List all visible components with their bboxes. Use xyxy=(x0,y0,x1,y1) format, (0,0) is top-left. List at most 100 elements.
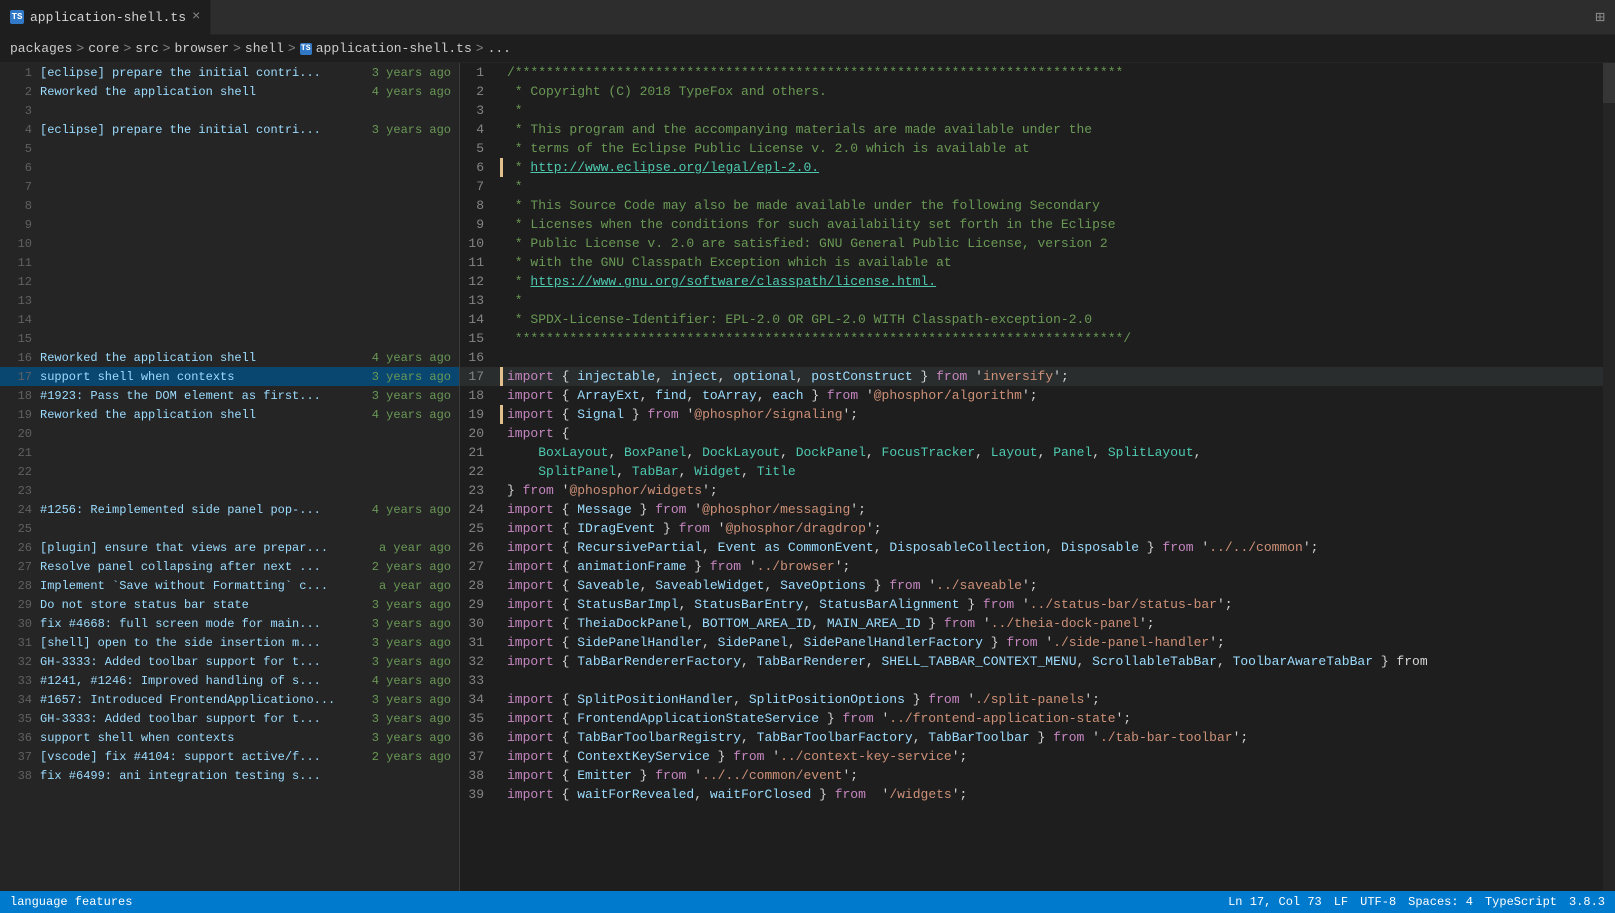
blame-line-number: 32 xyxy=(8,655,32,669)
code-line: 27import { animationFrame } from '../bro… xyxy=(460,557,1603,576)
blame-row[interactable]: 12 xyxy=(0,272,459,291)
status-version[interactable]: 3.8.3 xyxy=(1569,895,1605,909)
blame-row[interactable]: 1[eclipse] prepare the initial contri...… xyxy=(0,63,459,82)
blame-row[interactable]: 5 xyxy=(0,139,459,158)
status-language-features[interactable]: language features xyxy=(10,895,132,909)
breadcrumb-part-browser[interactable]: browser xyxy=(174,41,229,56)
status-language[interactable]: TypeScript xyxy=(1485,895,1557,909)
status-position[interactable]: Ln 17, Col 73 xyxy=(1228,895,1322,909)
gutter-indicator xyxy=(500,310,503,329)
main-content: 1[eclipse] prepare the initial contri...… xyxy=(0,63,1615,891)
line-number: 15 xyxy=(460,331,500,346)
blame-row[interactable]: 10 xyxy=(0,234,459,253)
gutter-indicator xyxy=(500,158,503,177)
line-content: * xyxy=(507,293,1603,308)
line-number: 19 xyxy=(460,407,500,422)
blame-line-number: 12 xyxy=(8,275,32,289)
gutter-indicator xyxy=(500,405,503,424)
blame-row[interactable]: 15 xyxy=(0,329,459,348)
blame-commit-message: Resolve panel collapsing after next ... xyxy=(40,560,364,574)
blame-row[interactable]: 38fix #6499: ani integration testing s..… xyxy=(0,766,459,785)
blame-row[interactable]: 16Reworked the application shell4 years … xyxy=(0,348,459,367)
blame-time: 3 years ago xyxy=(372,66,451,80)
blame-row[interactable]: 3 xyxy=(0,101,459,120)
blame-row[interactable]: 13 xyxy=(0,291,459,310)
blame-row[interactable]: 11 xyxy=(0,253,459,272)
blame-row[interactable]: 34#1657: Introduced FrontendApplicationo… xyxy=(0,690,459,709)
breadcrumb-part-file[interactable]: TS application-shell.ts xyxy=(300,41,472,56)
status-spaces[interactable]: Spaces: 4 xyxy=(1408,895,1473,909)
blame-row[interactable]: 35GH-3333: Added toolbar support for t..… xyxy=(0,709,459,728)
blame-row[interactable]: 2Reworked the application shell4 years a… xyxy=(0,82,459,101)
line-content: * SPDX-License-Identifier: EPL-2.0 OR GP… xyxy=(507,312,1603,327)
blame-row[interactable]: 20 xyxy=(0,424,459,443)
breadcrumb-part-core[interactable]: core xyxy=(88,41,119,56)
breadcrumb-part-src[interactable]: src xyxy=(135,41,158,56)
line-number: 9 xyxy=(460,217,500,232)
blame-time: a year ago xyxy=(379,541,451,555)
blame-row[interactable]: 28Implement `Save without Formatting` c.… xyxy=(0,576,459,595)
line-number: 4 xyxy=(460,122,500,137)
line-number: 17 xyxy=(460,369,500,384)
code-line: 25import { IDragEvent } from '@phosphor/… xyxy=(460,519,1603,538)
blame-row[interactable]: 37[vscode] fix #4104: support active/f..… xyxy=(0,747,459,766)
minimap-thumb[interactable] xyxy=(1603,63,1615,103)
blame-row[interactable]: 32GH-3333: Added toolbar support for t..… xyxy=(0,652,459,671)
blame-row[interactable]: 33#1241, #1246: Improved handling of s..… xyxy=(0,671,459,690)
blame-row[interactable]: 22 xyxy=(0,462,459,481)
close-tab-button[interactable]: × xyxy=(192,9,200,25)
blame-row[interactable]: 19Reworked the application shell4 years … xyxy=(0,405,459,424)
blame-time: 4 years ago xyxy=(372,503,451,517)
breadcrumb-sep-4: > xyxy=(233,41,241,56)
active-tab[interactable]: TS application-shell.ts × xyxy=(0,0,211,35)
blame-row[interactable]: 31[shell] open to the side insertion m..… xyxy=(0,633,459,652)
blame-line-number: 33 xyxy=(8,674,32,688)
blame-row[interactable]: 30fix #4668: full screen mode for main..… xyxy=(0,614,459,633)
blame-time: 3 years ago xyxy=(372,389,451,403)
blame-row[interactable]: 9 xyxy=(0,215,459,234)
blame-row[interactable]: 27Resolve panel collapsing after next ..… xyxy=(0,557,459,576)
line-content xyxy=(507,350,1603,365)
blame-row[interactable]: 18#1923: Pass the DOM element as first..… xyxy=(0,386,459,405)
blame-row[interactable]: 14 xyxy=(0,310,459,329)
blame-row[interactable]: 8 xyxy=(0,196,459,215)
blame-line-number: 30 xyxy=(8,617,32,631)
breadcrumb: packages > core > src > browser > shell … xyxy=(0,35,1615,63)
gutter-indicator xyxy=(500,690,503,709)
breadcrumb-part-packages[interactable]: packages xyxy=(10,41,72,56)
breadcrumb-part-shell[interactable]: shell xyxy=(245,41,284,56)
line-content: * https://www.gnu.org/software/classpath… xyxy=(507,274,1603,289)
line-number: 31 xyxy=(460,635,500,650)
blame-row[interactable]: 24#1256: Reimplemented side panel pop-..… xyxy=(0,500,459,519)
code-line: 39import { waitForRevealed, waitForClose… xyxy=(460,785,1603,804)
line-content: * Public License v. 2.0 are satisfied: G… xyxy=(507,236,1603,251)
gutter-indicator xyxy=(500,557,503,576)
gutter-indicator xyxy=(500,462,503,481)
code-line: 8 * This Source Code may also be made av… xyxy=(460,196,1603,215)
blame-row[interactable]: 7 xyxy=(0,177,459,196)
code-line: 3 * xyxy=(460,101,1603,120)
blame-row[interactable]: 23 xyxy=(0,481,459,500)
blame-row[interactable]: 6 xyxy=(0,158,459,177)
blame-commit-message: fix #6499: ani integration testing s... xyxy=(40,769,443,783)
minimap-scrollbar[interactable] xyxy=(1603,63,1615,891)
code-panel[interactable]: 1/**************************************… xyxy=(460,63,1603,891)
blame-commit-message: #1923: Pass the DOM element as first... xyxy=(40,389,364,403)
blame-row[interactable]: 36support shell when contexts3 years ago xyxy=(0,728,459,747)
blame-row[interactable]: 4[eclipse] prepare the initial contri...… xyxy=(0,120,459,139)
blame-row[interactable]: 25 xyxy=(0,519,459,538)
status-utf8[interactable]: UTF-8 xyxy=(1360,895,1396,909)
status-lf[interactable]: LF xyxy=(1334,895,1348,909)
blame-panel[interactable]: 1[eclipse] prepare the initial contri...… xyxy=(0,63,460,891)
gutter-indicator xyxy=(500,652,503,671)
blame-line-number: 28 xyxy=(8,579,32,593)
blame-row[interactable]: 17support shell when contexts3 years ago xyxy=(0,367,459,386)
blame-time: 3 years ago xyxy=(372,617,451,631)
layout-icon[interactable]: ⊞ xyxy=(1585,7,1615,27)
line-number: 14 xyxy=(460,312,500,327)
breadcrumb-part-ellipsis[interactable]: ... xyxy=(488,41,511,56)
blame-row[interactable]: 21 xyxy=(0,443,459,462)
blame-row[interactable]: 26[plugin] ensure that views are prepar.… xyxy=(0,538,459,557)
line-content: * Copyright (C) 2018 TypeFox and others. xyxy=(507,84,1603,99)
blame-row[interactable]: 29Do not store status bar state3 years a… xyxy=(0,595,459,614)
